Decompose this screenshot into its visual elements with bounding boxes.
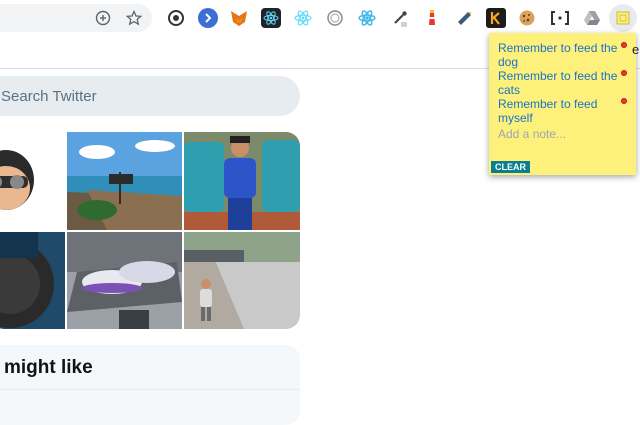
bookmark-star-icon[interactable] (125, 9, 143, 27)
gray-circle-extension-icon[interactable] (325, 8, 345, 28)
add-note-input[interactable]: Add a note... (498, 127, 566, 141)
album-cover-photo[interactable] (0, 232, 65, 329)
lighthouse-icon[interactable] (422, 8, 442, 28)
metamask-fox-icon[interactable] (229, 8, 249, 28)
add-tab-icon[interactable] (94, 9, 112, 27)
react-extension-icon[interactable] (357, 8, 377, 28)
suggestions-title: might like (4, 357, 93, 378)
avatar-image[interactable] (0, 132, 65, 230)
card-divider (0, 389, 300, 390)
cookie-icon[interactable] (517, 8, 537, 28)
sync-extension-icon[interactable] (166, 8, 186, 28)
react-devtools-light-icon[interactable] (293, 8, 313, 28)
eyedropper-icon[interactable] (390, 8, 410, 28)
blue-circle-extension-icon[interactable] (198, 8, 218, 28)
sticky-note-popup: Remember to feed the dog Remember to fee… (489, 33, 636, 175)
delete-note-icon[interactable] (621, 42, 627, 48)
search-input[interactable]: Search Twitter (1, 88, 97, 105)
k-extension-icon[interactable] (486, 8, 506, 28)
delete-note-icon[interactable] (621, 98, 627, 104)
search-box[interactable]: Search Twitter (0, 76, 300, 116)
sticky-note-extension-icon[interactable] (613, 8, 633, 28)
partial-text: e (632, 42, 640, 57)
clear-notes-button[interactable]: CLEAR (491, 161, 530, 173)
google-drive-icon[interactable] (582, 8, 602, 28)
book-extension-icon[interactable] (454, 8, 474, 28)
delete-note-icon[interactable] (621, 70, 627, 76)
beach-photo[interactable] (67, 132, 182, 230)
sneakers-photo[interactable] (67, 232, 182, 329)
note-item[interactable]: Remember to feed the dog (498, 41, 618, 69)
media-grid (0, 132, 300, 329)
note-item[interactable]: Remember to feed myself (498, 97, 618, 125)
react-devtools-dark-icon[interactable] (261, 8, 281, 28)
bracket-extension-icon[interactable] (550, 8, 570, 28)
browser-toolbar (0, 0, 640, 36)
tuk-tuk-photo[interactable] (184, 132, 300, 230)
note-item[interactable]: Remember to feed the cats (498, 69, 618, 97)
toddler-walking-photo[interactable] (184, 232, 300, 329)
